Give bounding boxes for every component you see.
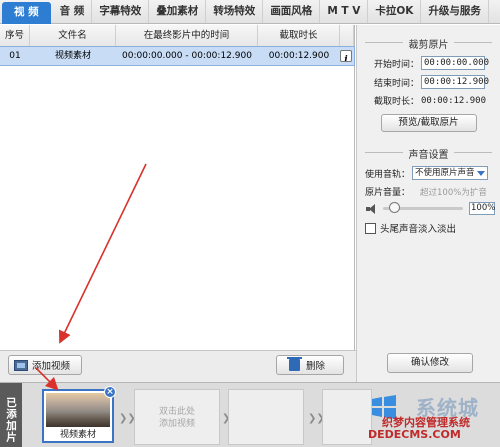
crop-section-title: 裁剪原片	[357, 36, 500, 51]
video-file-list: 序号 文件名 在最终影片中的时间 截取时长 01 视频素材 00:00:00.0…	[0, 25, 355, 350]
fade-label[interactable]: 头尾声音淡入淡出	[380, 221, 456, 235]
film-icon	[14, 359, 28, 371]
audio-section-title: 声音设置	[357, 146, 500, 161]
header-time[interactable]: 在最终影片中的时间	[116, 25, 258, 46]
crop-duration-field: 截取时长： 00:00:12.900	[357, 94, 500, 108]
start-time-field: 开始时间： 00:00:00.000	[357, 56, 500, 70]
empty-clip-slot[interactable]: 双击此处 添加视频	[134, 389, 220, 445]
empty-clip-hint-line2: 添加视频	[158, 419, 195, 429]
volume-slider[interactable]	[383, 202, 463, 213]
settings-panel: 裁剪原片 开始时间： 00:00:00.000 结束时间： 00:00:12.9…	[356, 25, 500, 382]
end-time-field: 结束时间： 00:00:12.900	[357, 75, 500, 89]
list-header: 序号 文件名 在最终影片中的时间 截取时长	[0, 25, 354, 47]
add-video-button[interactable]: 添加视频	[8, 355, 82, 375]
tab-overlay-material[interactable]: 叠加素材	[149, 0, 207, 23]
empty-clip-slot[interactable]	[228, 389, 304, 445]
tab-transition-effects[interactable]: 转场特效	[206, 0, 264, 23]
watermark: 系统城 织梦内容管理系统 DEDECMS.COM	[366, 392, 498, 447]
header-index[interactable]: 序号	[0, 25, 30, 46]
tab-upgrade-service[interactable]: 升级与服务	[421, 0, 489, 23]
cell-time: 00:00:00.000 - 00:00:12.900	[122, 51, 252, 61]
volume-input[interactable]: 100%	[469, 202, 495, 215]
volume-slider-row: 100%	[357, 202, 500, 215]
clip-name: 视频素材	[59, 430, 96, 440]
audio-track-select[interactable]: 不使用原片声音	[412, 166, 489, 180]
preview-crop-button[interactable]: 预览/截取原片	[380, 114, 477, 132]
info-icon[interactable]: i	[340, 50, 352, 62]
volume-row: 原片音量： 超过100%为扩音	[357, 185, 500, 199]
clip-thumbnail	[46, 393, 110, 427]
empty-clip-hint: 双击此处 添加视频	[135, 406, 219, 430]
info-cell: i	[340, 47, 354, 65]
audio-track-row: 使用音轨： 不使用原片声音	[357, 166, 500, 180]
cell-duration: 00:00:12.900	[268, 51, 330, 61]
volume-label: 原片音量：	[365, 188, 411, 198]
cell-filename: 视频素材	[54, 51, 91, 61]
empty-clip-slot[interactable]	[322, 389, 372, 445]
end-time-input[interactable]: 00:00:12.900	[421, 75, 489, 89]
watermark-en: DEDECMS.COM	[368, 428, 461, 441]
audio-track-value: 不使用原片声音	[415, 168, 475, 178]
header-duration[interactable]: 截取时长	[258, 25, 340, 46]
tab-mtv[interactable]: M T V	[320, 0, 369, 23]
delete-label: 删除	[306, 361, 326, 372]
clip-item[interactable]: 视频素材	[42, 389, 114, 443]
volume-slider-thumb[interactable]	[389, 202, 400, 213]
cell-index: 01	[9, 51, 21, 61]
close-icon[interactable]: ×	[104, 386, 116, 398]
add-video-label: 添加视频	[32, 361, 71, 372]
fade-row: 头尾声音淡入淡出	[357, 221, 500, 235]
tab-bar: 视 频 音 频 字幕特效 叠加素材 转场特效 画面风格 M T V 卡拉OK 升…	[0, 0, 500, 24]
empty-clip-hint-line1: 双击此处	[158, 407, 195, 417]
tab-picture-style[interactable]: 画面风格	[263, 0, 321, 23]
fade-checkbox[interactable]	[365, 222, 376, 234]
added-clips-label: 已添加片段	[0, 383, 22, 447]
end-time-label: 结束时间：	[373, 78, 419, 89]
table-row[interactable]: 01 视频素材 00:00:00.000 - 00:00:12.900 00:0…	[0, 46, 355, 66]
speaker-icon	[365, 203, 379, 215]
header-spacer	[340, 25, 354, 46]
tab-video[interactable]: 视 频	[2, 2, 51, 24]
header-filename[interactable]: 文件名	[30, 25, 116, 46]
volume-hint: 超过100%为扩音	[420, 187, 487, 198]
delete-button[interactable]: 删除	[276, 355, 344, 375]
trash-icon	[287, 357, 302, 371]
chevron-down-icon	[477, 171, 486, 176]
audio-track-label: 使用音轨：	[365, 169, 411, 180]
start-time-input[interactable]: 00:00:00.000	[421, 56, 489, 70]
list-toolbar: 添加视频 删除	[0, 350, 356, 382]
confirm-modify-button[interactable]: 确认修改	[387, 353, 473, 373]
crop-duration-label: 截取时长：	[373, 97, 419, 107]
tab-audio[interactable]: 音 频	[53, 0, 93, 23]
tab-subtitle-effects[interactable]: 字幕特效	[92, 0, 150, 23]
tab-karaoke[interactable]: 卡拉OK	[368, 0, 422, 23]
start-time-label: 开始时间：	[373, 59, 419, 70]
crop-duration-value: 00:00:12.900	[421, 95, 487, 106]
